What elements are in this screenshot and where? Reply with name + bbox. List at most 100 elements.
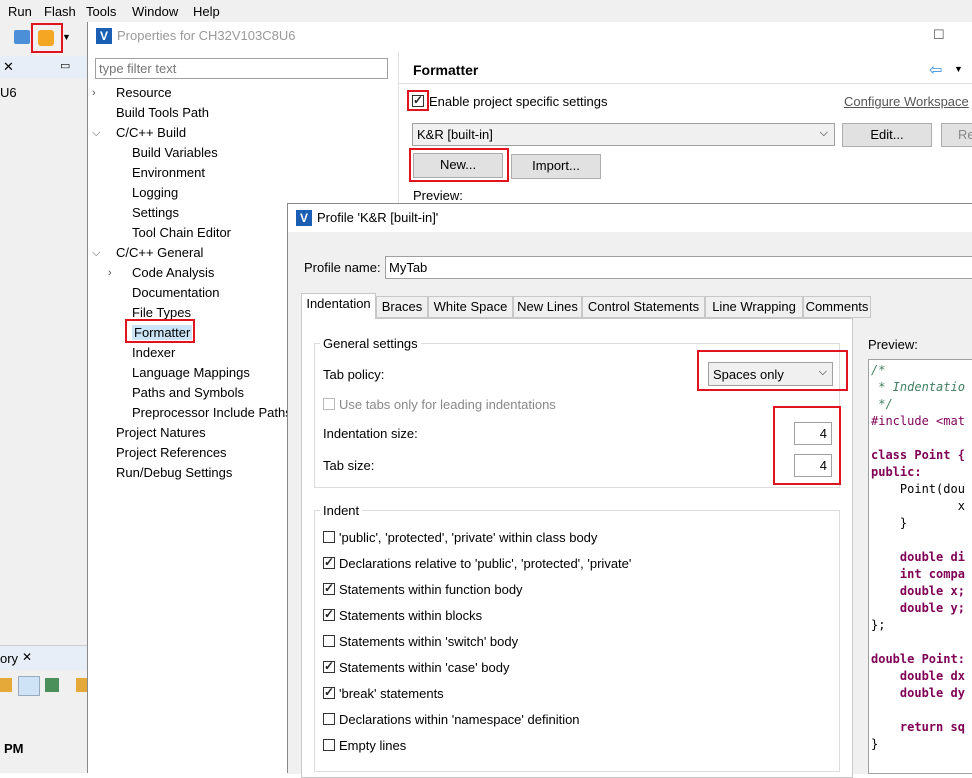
indent-option-checkbox[interactable] (323, 739, 335, 751)
tree-item-tool-chain-editor[interactable]: Tool Chain Editor (132, 225, 231, 240)
history-time: PM (4, 741, 24, 756)
project-item[interactable]: U6 (0, 85, 17, 100)
menu-help[interactable]: Help (193, 4, 220, 19)
configure-workspace-link[interactable]: Configure Workspace (844, 94, 969, 109)
close-icon[interactable]: ✕ (3, 59, 14, 75)
tree-item-file-types[interactable]: File Types (132, 305, 191, 320)
remove-button[interactable]: Re (941, 123, 972, 147)
indent-option-checkbox[interactable] (323, 713, 335, 725)
link-icon[interactable] (0, 678, 12, 692)
profile-name-input[interactable] (385, 256, 972, 279)
export-icon[interactable] (45, 678, 59, 692)
indentation-size-label: Indentation size: (323, 426, 418, 441)
menu-flash[interactable]: Flash (44, 4, 76, 19)
preview-line: /* (871, 363, 886, 377)
indent-option-label: Empty lines (339, 738, 407, 753)
project-explorer-header: ✕ ▭ (0, 56, 88, 78)
tree-item-run-debug-settings[interactable]: Run/Debug Settings (116, 465, 232, 480)
menu-run[interactable]: Run (8, 4, 32, 19)
tree-item-c-c-general[interactable]: C/C++ General (116, 245, 203, 260)
indent-option-checkbox[interactable] (323, 635, 335, 647)
minimize-icon[interactable]: ▭ (60, 59, 70, 72)
tree-item-preprocessor-include-paths[interactable]: Preprocessor Include Paths (132, 405, 292, 420)
preview-line: double dy (871, 686, 965, 700)
tree-item-language-mappings[interactable]: Language Mappings (132, 365, 250, 380)
build-config-icon[interactable] (14, 30, 30, 44)
tab-indentation[interactable]: Indentation (301, 293, 376, 319)
use-tabs-leading-label: Use tabs only for leading indentations (339, 397, 556, 412)
indent-option-checkbox[interactable] (323, 659, 335, 673)
tree-item-code-analysis[interactable]: Code Analysis (132, 265, 214, 280)
tab-braces[interactable]: Braces (376, 296, 428, 318)
tree-item-indexer[interactable]: Indexer (132, 345, 175, 360)
tree-item-project-natures[interactable]: Project Natures (116, 425, 206, 440)
tab-line-wrapping[interactable]: Line Wrapping (705, 296, 803, 318)
enable-specific-label: Enable project specific settings (429, 94, 608, 109)
indent-option-checkbox[interactable] (323, 555, 335, 569)
history-toolbar (0, 674, 88, 698)
indent-option-label: 'break' statements (339, 686, 444, 701)
tree-item-resource[interactable]: Resource (116, 85, 172, 100)
tab-comments[interactable]: Comments (803, 296, 871, 318)
indent-title: Indent (320, 503, 363, 518)
chevron-down-icon[interactable]: ⌵ (92, 127, 100, 140)
preview-label: Preview: (413, 188, 463, 203)
menu-window[interactable]: Window (132, 4, 178, 19)
tree-item-environment[interactable]: Environment (132, 165, 205, 180)
preview-line: */ (871, 397, 893, 411)
profile-dialog: V Profile 'K&R [built-in]' Profile name:… (287, 203, 972, 778)
tab-white-space[interactable]: White Space (428, 296, 513, 318)
highlight-toolbar-icon (31, 23, 63, 53)
profile-select-value: K&R [built-in] (417, 127, 493, 142)
tree-item-settings[interactable]: Settings (132, 205, 179, 220)
chevron-right-icon[interactable]: › (108, 267, 112, 279)
use-tabs-leading-checkbox[interactable] (323, 398, 335, 410)
tree-item-build-tools-path[interactable]: Build Tools Path (116, 105, 209, 120)
profile-titlebar: V Profile 'K&R [built-in]' (288, 204, 972, 232)
edit-button[interactable]: Edit... (842, 123, 932, 147)
splitter[interactable] (398, 52, 399, 222)
indent-option-label: Statements within 'switch' body (339, 634, 519, 649)
indent-option-checkbox[interactable] (323, 685, 335, 699)
tree-item-project-references[interactable]: Project References (116, 445, 227, 460)
tree-item-logging[interactable]: Logging (132, 185, 178, 200)
preview-line: }; (871, 618, 886, 632)
chevron-down-icon[interactable]: ▼ (62, 32, 71, 42)
chevron-down-icon[interactable]: ⌵ (92, 247, 100, 260)
preview-line: double Point: (871, 652, 965, 666)
highlight-size-inputs (773, 406, 841, 485)
app-logo-icon: V (296, 210, 312, 226)
tree-item-paths-and-symbols[interactable]: Paths and Symbols (132, 385, 244, 400)
maximize-icon[interactable]: ☐ (933, 27, 945, 43)
menu-tools[interactable]: Tools (86, 4, 116, 19)
tab-control-statements[interactable]: Control Statements (582, 296, 705, 318)
highlight-enable-checkbox (407, 90, 429, 111)
tab-new-lines[interactable]: New Lines (513, 296, 582, 318)
chevron-right-icon[interactable]: › (92, 87, 96, 99)
properties-titlebar: V Properties for CH32V103C8U6 ☐ (88, 22, 972, 50)
filter-input[interactable] (95, 58, 388, 79)
indent-option-checkbox[interactable] (323, 531, 335, 543)
tree-item-documentation[interactable]: Documentation (132, 285, 219, 300)
chevron-down-icon[interactable]: ▼ (954, 64, 963, 74)
preview-line: double dx (871, 669, 965, 683)
indent-option-label: Statements within blocks (339, 608, 483, 623)
preview-line: } (871, 737, 879, 751)
tab-size-label: Tab size: (323, 458, 375, 473)
chevron-down-icon: ⌵ (819, 127, 828, 139)
back-arrow-icon[interactable]: ⇦ (929, 60, 942, 80)
tree-item-c-c-build[interactable]: C/C++ Build (116, 125, 186, 140)
general-settings-title: General settings (320, 336, 421, 351)
history-tab[interactable]: ory (0, 651, 18, 666)
tree-item-build-variables[interactable]: Build Variables (132, 145, 218, 160)
profile-select[interactable]: K&R [built-in] ⌵ (412, 123, 835, 146)
indent-option-checkbox[interactable] (323, 607, 335, 621)
preview-pane: /* * Indentatio */ #include <mat class Poi… (868, 359, 972, 774)
sync-icon[interactable] (18, 676, 40, 696)
close-icon[interactable]: ✕ (22, 650, 32, 664)
indent-option-label: Declarations relative to 'public', 'prot… (339, 556, 632, 571)
workbench-left: ▼ ✕ ▭ U6 ory ✕ PM (0, 22, 88, 773)
preview-line: public: (871, 465, 922, 479)
import-button[interactable]: Import... (511, 154, 601, 179)
indent-option-checkbox[interactable] (323, 581, 335, 595)
